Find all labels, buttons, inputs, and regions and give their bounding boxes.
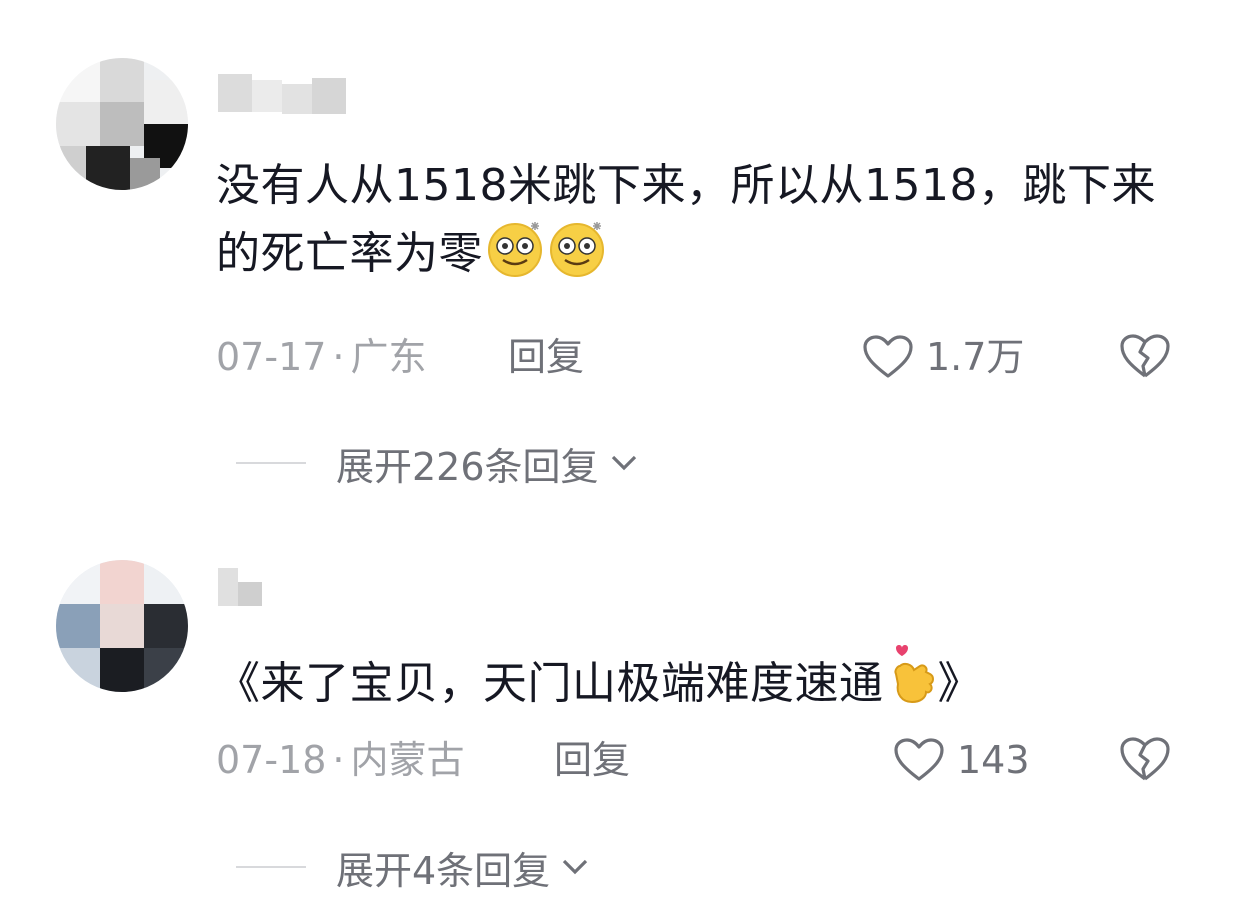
heart-icon [893, 737, 945, 783]
comment-text: 没有人从1518米跳下来，所以从1518，跳下来的死亡率为零 [216, 154, 1180, 296]
comment-meta: 07-18 · 内蒙古 [216, 735, 465, 785]
heart-icon [862, 334, 914, 380]
comment-body: 《来了宝贝，天门山极端难度速通 [216, 658, 884, 709]
dislike-button[interactable] [1118, 332, 1172, 382]
meta-separator: · [332, 335, 345, 379]
comment-body: 没有人从1518米跳下来，所以从1518，跳下来的死亡率为零 [216, 160, 1156, 279]
username-pixelated[interactable] [218, 74, 348, 118]
meta-separator: · [332, 738, 345, 782]
reply-button[interactable]: 回复 [508, 332, 584, 382]
comment-date: 07-17 [216, 335, 327, 379]
username-pixelated[interactable] [218, 568, 266, 612]
divider-line [236, 462, 306, 464]
dislike-button[interactable] [1118, 735, 1172, 785]
comment-text: 《来了宝贝，天门山极端难度速通 》 [216, 644, 1180, 726]
avatar[interactable] [56, 58, 188, 190]
heart-fingers-emoji [886, 644, 938, 726]
comment-location: 内蒙古 [350, 738, 465, 782]
broken-heart-icon [1118, 735, 1172, 783]
dizzy-face-emoji [547, 218, 607, 296]
broken-heart-icon [1118, 332, 1172, 380]
comment-location: 广东 [350, 335, 427, 379]
comment-body-close: 》 [937, 658, 982, 709]
like-button[interactable]: 143 [893, 735, 1030, 785]
chevron-down-icon [560, 857, 590, 877]
expand-replies[interactable]: 展开226条回复 [236, 438, 639, 489]
like-count: 1.7万 [926, 335, 1025, 379]
avatar[interactable] [56, 560, 188, 692]
expand-replies-label: 展开4条回复 [336, 848, 551, 893]
expand-replies-label: 展开226条回复 [336, 444, 599, 489]
comment-date: 07-18 [216, 738, 327, 782]
reply-button[interactable]: 回复 [554, 735, 630, 785]
divider-line [236, 866, 306, 868]
like-count: 143 [957, 738, 1030, 782]
chevron-down-icon [609, 453, 639, 473]
expand-replies[interactable]: 展开4条回复 [236, 842, 590, 893]
like-button[interactable]: 1.7万 [862, 332, 1024, 382]
comment-meta: 07-17 · 广东 [216, 332, 427, 382]
dizzy-face-emoji [485, 218, 545, 296]
